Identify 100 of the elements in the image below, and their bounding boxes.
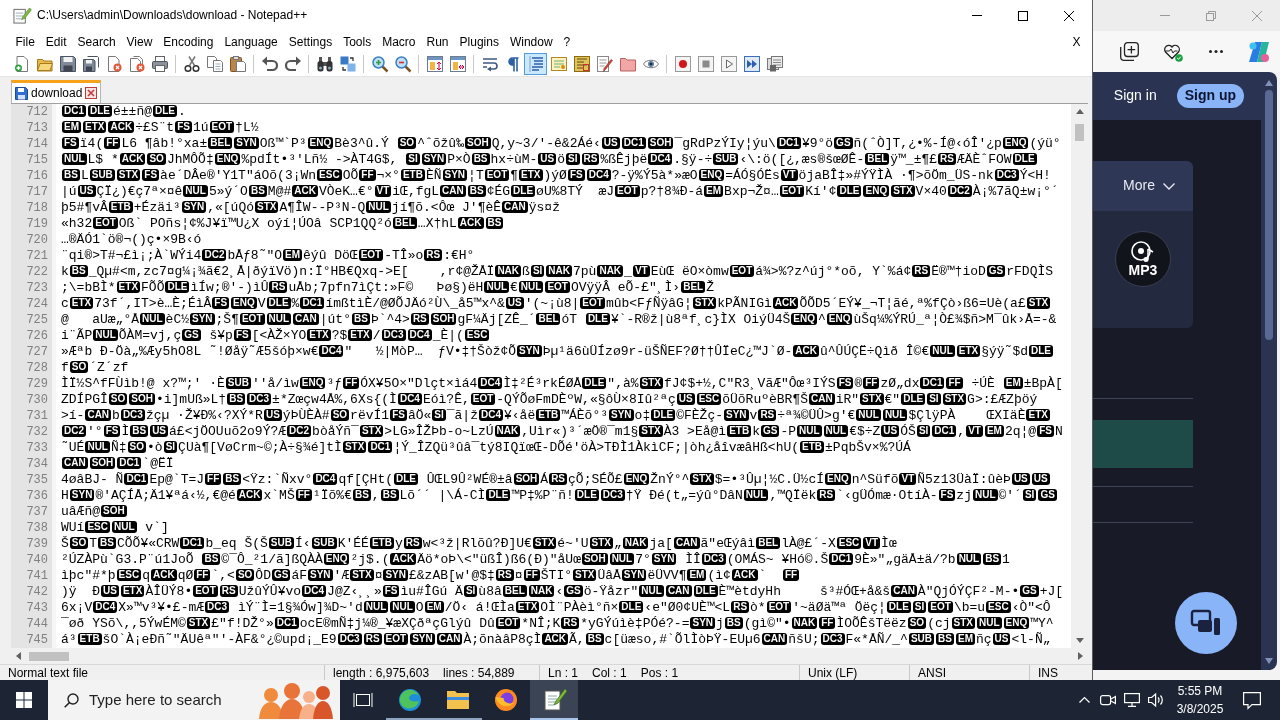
code-text: ÌÏ½S^fFÙìb!@ x?™;' ·È xyxy=(61,376,225,391)
control-char: NUL xyxy=(518,281,544,293)
indent-guide-button[interactable] xyxy=(524,53,547,75)
code-text: ¢ÉG xyxy=(486,184,511,199)
close-file-icon xyxy=(105,56,122,72)
control-char: DC3 xyxy=(381,329,406,341)
code-text: (ì¢ xyxy=(707,568,731,583)
control-char: VT xyxy=(780,169,798,181)
control-char: ESC xyxy=(696,393,722,405)
clock-date[interactable]: 3/8/2025 xyxy=(1176,700,1224,718)
code-text: 7pù xyxy=(573,264,597,279)
menu-item[interactable]: Macro xyxy=(376,32,421,51)
control-char: GS xyxy=(760,425,780,437)
menu-item[interactable]: Tools xyxy=(337,32,377,51)
control-char: DC2 xyxy=(202,249,227,261)
scrollbar-thumb[interactable] xyxy=(29,651,69,661)
control-char: RS xyxy=(424,249,443,261)
file-type-badge[interactable]: MP3 xyxy=(1115,231,1171,287)
code-text: M@# xyxy=(267,184,292,199)
code-text: ã"eŒýâì xyxy=(700,536,756,551)
control-char: NAK xyxy=(791,617,818,629)
minimize-icon xyxy=(972,15,982,16)
code-text: f xyxy=(61,360,69,375)
save-macro-icon xyxy=(766,56,783,72)
control-char: DC2 xyxy=(947,185,972,197)
control-char: BS xyxy=(248,185,267,197)
control-char: BS xyxy=(471,153,490,165)
code-text: ja[ xyxy=(649,536,673,551)
menu-item[interactable]: File xyxy=(10,32,41,51)
search-box[interactable]: Type here to search xyxy=(48,680,340,720)
file-tab[interactable]: download xyxy=(11,80,102,103)
control-char: ESC xyxy=(986,601,1011,613)
code-text: 6x¡V xyxy=(61,600,93,615)
control-char: SYN xyxy=(234,137,259,149)
code-text: ¯gRdPzÝIy¦ýu\ xyxy=(674,136,776,151)
code-text: 'Æ xyxy=(333,568,350,583)
sign-in-link[interactable]: Sign in xyxy=(1113,87,1157,105)
menu-item[interactable]: Settings xyxy=(283,32,338,51)
menu-item[interactable]: ? xyxy=(558,32,576,51)
search-input[interactable]: Type here to search xyxy=(89,690,249,710)
code-text: û^ÛÚÇË÷Qìð Î©€ xyxy=(820,344,930,359)
menu-item[interactable]: Plugins xyxy=(454,32,505,51)
code-text: (cj xyxy=(927,616,951,631)
control-char: EOT xyxy=(766,601,792,613)
code-text: 73f´,IT>è…È;ÉìÂ xyxy=(94,296,212,311)
control-char: RS xyxy=(549,473,568,485)
control-char: SYN xyxy=(308,569,333,581)
editor-text-area[interactable] xyxy=(52,104,1071,648)
control-char: ENQ xyxy=(1003,617,1030,629)
menu-item[interactable]: Window xyxy=(504,32,559,51)
control-char: US xyxy=(77,185,96,197)
menu-item[interactable]: Run xyxy=(421,32,455,51)
menu-item[interactable]: Search xyxy=(72,32,122,51)
scrollbar-thumb[interactable] xyxy=(1265,90,1273,340)
notepad-button[interactable] xyxy=(530,680,578,720)
code-text: á¾>%?z^új°*oõ, Y`%á¢ xyxy=(755,264,912,279)
code-text: :€H° xyxy=(443,248,475,263)
code-text: qØ xyxy=(177,568,194,583)
control-char: DLE xyxy=(511,185,536,197)
code-text: `@ËÏ xyxy=(142,456,174,471)
code-text: €" xyxy=(884,392,901,407)
close-tab-icon[interactable] xyxy=(85,87,98,99)
control-char: ENQ xyxy=(1002,137,1029,149)
control-char: STX xyxy=(359,425,384,437)
code-text: ö xyxy=(557,152,566,167)
menu-item[interactable]: Language xyxy=(218,32,284,51)
control-char: DC1 xyxy=(274,617,299,629)
control-char: BS xyxy=(724,617,743,629)
menu-item[interactable]: Edit xyxy=(40,32,73,51)
code-text: 1 xyxy=(1002,552,1010,567)
code-text: ® xyxy=(854,376,863,391)
clipboard-icon xyxy=(229,56,246,72)
clock-time[interactable]: 5:55 PM xyxy=(1177,682,1223,700)
scrollbar-thumb[interactable] xyxy=(1075,124,1084,141)
code-text: ™P‡%P¨ñ! xyxy=(511,488,574,503)
code-text: ™ÁÈõ°³ xyxy=(561,408,609,423)
control-char: SUB xyxy=(225,377,251,389)
control-char: SYN xyxy=(517,345,542,357)
notepad-icon xyxy=(13,7,30,24)
code-text: / xyxy=(372,328,381,343)
menu-item[interactable]: View xyxy=(121,32,158,51)
code-text: ¶ xyxy=(510,168,519,183)
sign-up-button[interactable]: Sign up xyxy=(1176,84,1244,108)
line-number: 740 xyxy=(26,552,48,568)
control-char: FS xyxy=(1037,425,1054,437)
code-text: óT xyxy=(561,312,579,327)
control-char: EOT xyxy=(928,601,953,613)
code-text: _È|( xyxy=(432,328,464,343)
menu-item[interactable]: Encoding xyxy=(157,32,219,51)
control-char: EM xyxy=(955,633,975,645)
code-text: € xyxy=(510,280,518,295)
copy-icon xyxy=(206,56,223,72)
code-text: ¦Ý_ÎZQü³ûâ¯tý8IQïœŒ-DÕé'öÀ>TÐÌ1ÀkìCF;|òh¿åîvæâHß<hU( xyxy=(393,440,800,455)
code-text: Á xyxy=(540,472,549,487)
code-text: ¥‹åë xyxy=(504,408,536,423)
code-text: †Ÿ Ðé(t„=ýû°DâN xyxy=(625,488,743,503)
more-dropdown[interactable]: More xyxy=(1093,161,1193,211)
control-char: ENQ xyxy=(323,553,350,565)
code-text: •i]mUß»L† xyxy=(155,392,227,407)
close-document-button[interactable]: X xyxy=(1067,32,1086,51)
